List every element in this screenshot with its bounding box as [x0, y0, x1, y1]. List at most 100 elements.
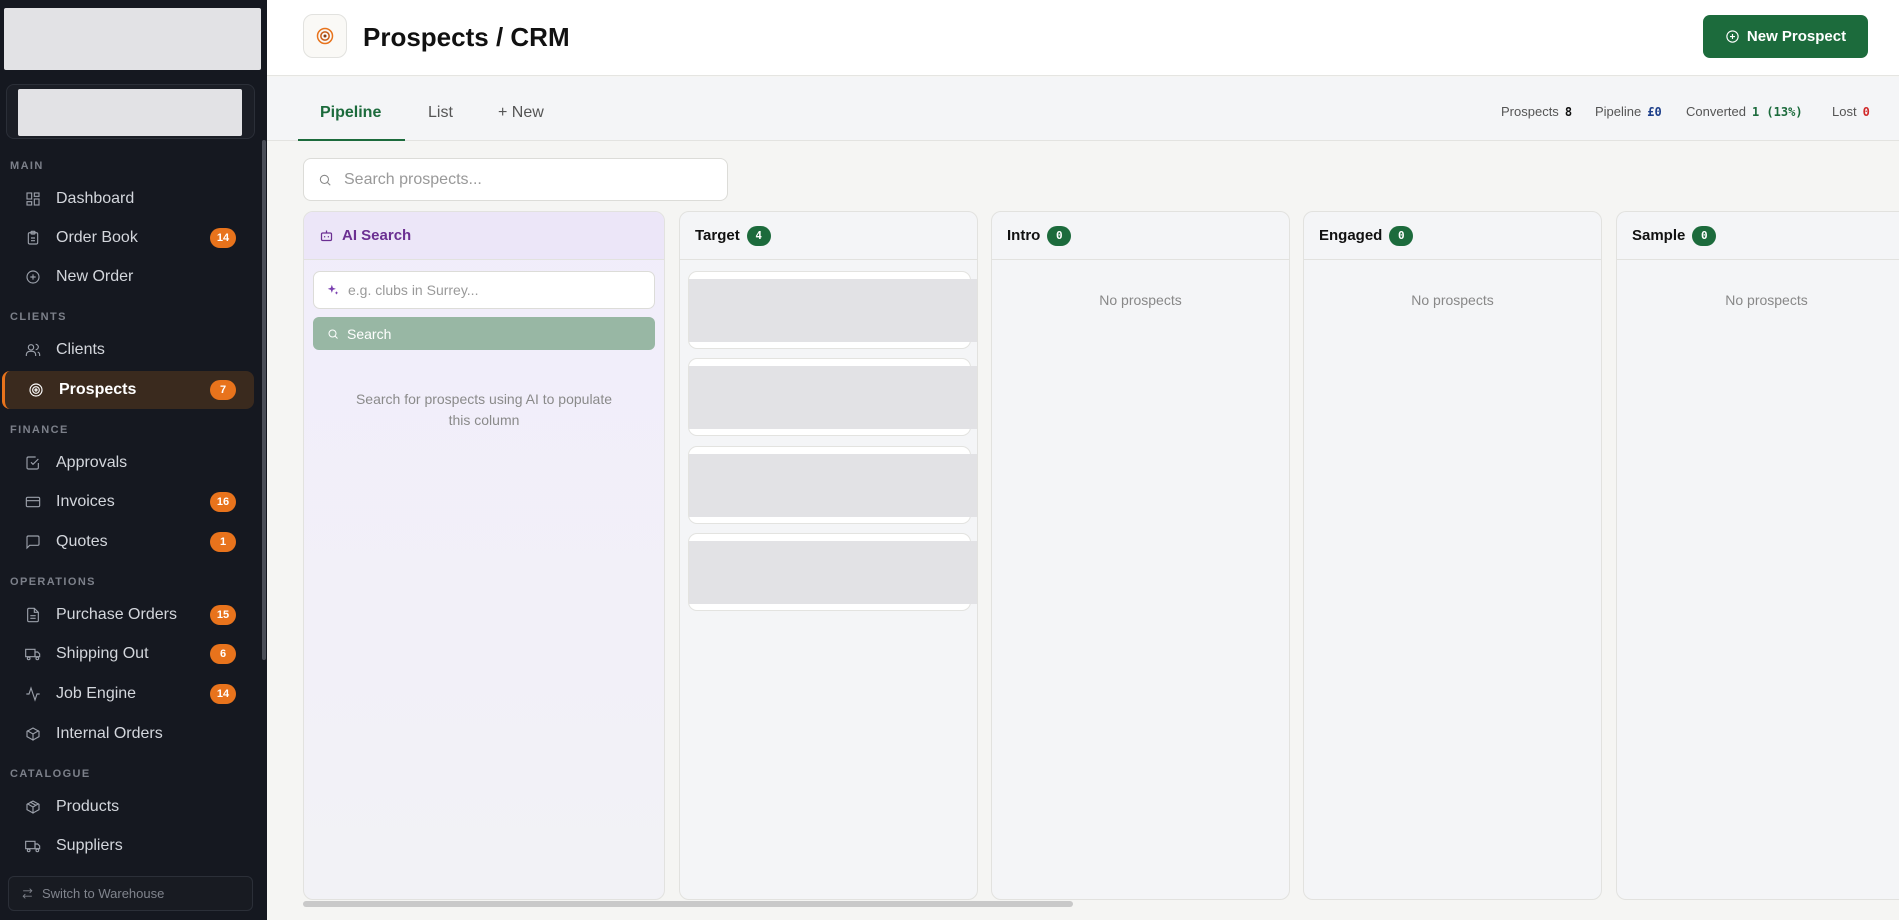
- ai-query-field: [313, 271, 655, 309]
- sidebar-item-label: Order Book: [56, 229, 138, 246]
- organization-switcher[interactable]: [6, 84, 255, 139]
- sidebar-item-prospects[interactable]: Prospects 7: [2, 371, 254, 409]
- check-square-icon: [24, 454, 42, 472]
- box-icon: [24, 725, 42, 743]
- new-prospect-button[interactable]: New Prospect: [1703, 15, 1868, 58]
- sparkles-icon: [327, 284, 339, 295]
- sidebar-item-approvals[interactable]: Approvals: [2, 444, 254, 482]
- column-header: Sample 0: [1617, 212, 1899, 260]
- board-horizontal-scrollbar[interactable]: [303, 901, 1073, 907]
- card-content-placeholder: [689, 279, 977, 342]
- pipeline-column-intro: Intro 0 No prospects: [991, 211, 1290, 900]
- sidebar-item-suppliers[interactable]: Suppliers: [2, 827, 254, 865]
- sidebar-item-purchase-orders[interactable]: Purchase Orders 15: [2, 596, 254, 634]
- tab-list[interactable]: List: [428, 104, 453, 140]
- search-icon: [328, 329, 338, 339]
- sidebar-item-invoices[interactable]: Invoices 16: [2, 483, 254, 521]
- sidebar-item-job-engine[interactable]: Job Engine 14: [2, 675, 254, 713]
- ai-search-hint: Search for prospects using AI to populat…: [355, 391, 613, 428]
- stat-value: 1 (13%): [1751, 105, 1803, 119]
- sidebar-item-clients[interactable]: Clients: [2, 331, 254, 369]
- truck-icon: [24, 837, 42, 855]
- search-input[interactable]: [344, 170, 704, 189]
- ai-search-column: AI Search Search Search for prospects us…: [303, 211, 665, 900]
- count-badge: 14: [210, 684, 236, 704]
- pipeline-column-engaged: Engaged 0 No prospects: [1303, 211, 1602, 900]
- app-logo[interactable]: [4, 8, 261, 70]
- sidebar-item-label: Purchase Orders: [56, 606, 177, 623]
- pipeline-column-target: Target 4: [679, 211, 978, 900]
- sidebar-item-label: New Order: [56, 268, 134, 285]
- search-icon: [319, 174, 331, 186]
- column-header: AI Search: [304, 212, 664, 260]
- sidebar-item-label: Suppliers: [56, 837, 123, 854]
- sidebar-item-label: Quotes: [56, 533, 108, 550]
- column-header: Engaged 0: [1304, 212, 1601, 260]
- dashboard-icon: [24, 190, 42, 208]
- page-icon: [303, 14, 347, 58]
- new-prospect-label: New Prospect: [1746, 28, 1847, 45]
- sidebar-item-shipping-out[interactable]: Shipping Out 6: [2, 635, 254, 673]
- column-count-badge: 0: [1692, 225, 1717, 246]
- card-content-placeholder: [689, 366, 977, 429]
- column-title: AI Search: [342, 227, 412, 244]
- target-icon: [316, 27, 334, 45]
- plus-circle-icon: [1726, 30, 1739, 43]
- ai-search-button[interactable]: Search: [313, 317, 655, 350]
- column-title: Engaged: [1319, 227, 1383, 244]
- sidebar-item-label: Internal Orders: [56, 725, 163, 742]
- sidebar-item-internal-orders[interactable]: Internal Orders: [2, 715, 254, 753]
- count-badge: 6: [210, 644, 236, 664]
- column-count-badge: 0: [1389, 225, 1414, 246]
- sidebar-item-label: Approvals: [56, 454, 128, 471]
- ai-search-button-label: Search: [347, 325, 392, 342]
- prospect-card[interactable]: [688, 358, 977, 436]
- sidebar-item-label: Products: [56, 798, 120, 815]
- bot-icon: [320, 230, 333, 242]
- column-count-badge: 0: [1047, 225, 1072, 246]
- stat-value: 8: [1564, 105, 1573, 119]
- sidebar-item-dashboard[interactable]: Dashboard: [2, 180, 254, 218]
- empty-state: No prospects: [1099, 292, 1182, 308]
- sidebar-item-label: Dashboard: [56, 190, 135, 207]
- stat-label: Prospects: [1501, 104, 1559, 119]
- organization-logo: [18, 89, 242, 136]
- sidebar-item-order-book[interactable]: Order Book 14: [2, 219, 254, 257]
- count-badge: 7: [210, 380, 236, 400]
- pipeline-column-sample: Sample 0 No prospects: [1616, 211, 1899, 900]
- section-label-operations: OPERATIONS: [10, 576, 96, 588]
- column-title: Target: [695, 227, 740, 244]
- section-label-finance: FINANCE: [10, 424, 69, 436]
- tab-new[interactable]: + New: [498, 104, 544, 140]
- tab-pipeline[interactable]: Pipeline: [320, 104, 381, 140]
- activity-icon: [24, 685, 42, 703]
- stat-value: £0: [1647, 105, 1662, 119]
- stat-label: Pipeline: [1595, 104, 1642, 119]
- count-badge: 16: [210, 492, 236, 512]
- sidebar-item-products[interactable]: Products: [2, 788, 254, 826]
- sidebar-item-new-order[interactable]: New Order: [2, 258, 254, 296]
- prospect-card[interactable]: [688, 533, 977, 611]
- plus-circle-icon: [24, 268, 42, 286]
- ai-query-input[interactable]: [348, 282, 638, 298]
- stat-label: Converted: [1686, 104, 1746, 119]
- sidebar-scrollbar[interactable]: [262, 140, 266, 660]
- package-icon: [24, 798, 42, 816]
- section-label-catalogue: CATALOGUE: [10, 768, 91, 780]
- sidebar-item-label: Invoices: [56, 493, 115, 510]
- count-badge: 14: [210, 228, 236, 248]
- section-label-clients: CLIENTS: [10, 311, 67, 323]
- switch-to-warehouse-button[interactable]: Switch to Warehouse: [8, 876, 253, 911]
- column-count-badge: 4: [746, 225, 771, 246]
- stat-prospects: Prospects 8: [1501, 104, 1572, 119]
- empty-state: No prospects: [1411, 292, 1494, 308]
- sidebar-item-quotes[interactable]: Quotes 1: [2, 523, 254, 561]
- prospect-card[interactable]: [688, 271, 977, 349]
- credit-card-icon: [24, 493, 42, 511]
- swap-icon: [22, 888, 33, 899]
- clipboard-icon: [24, 229, 42, 247]
- stat-lost: Lost 0: [1832, 104, 1870, 119]
- sidebar-item-label: Shipping Out: [56, 645, 149, 662]
- prospect-card[interactable]: [688, 446, 977, 524]
- empty-state: No prospects: [1725, 292, 1808, 308]
